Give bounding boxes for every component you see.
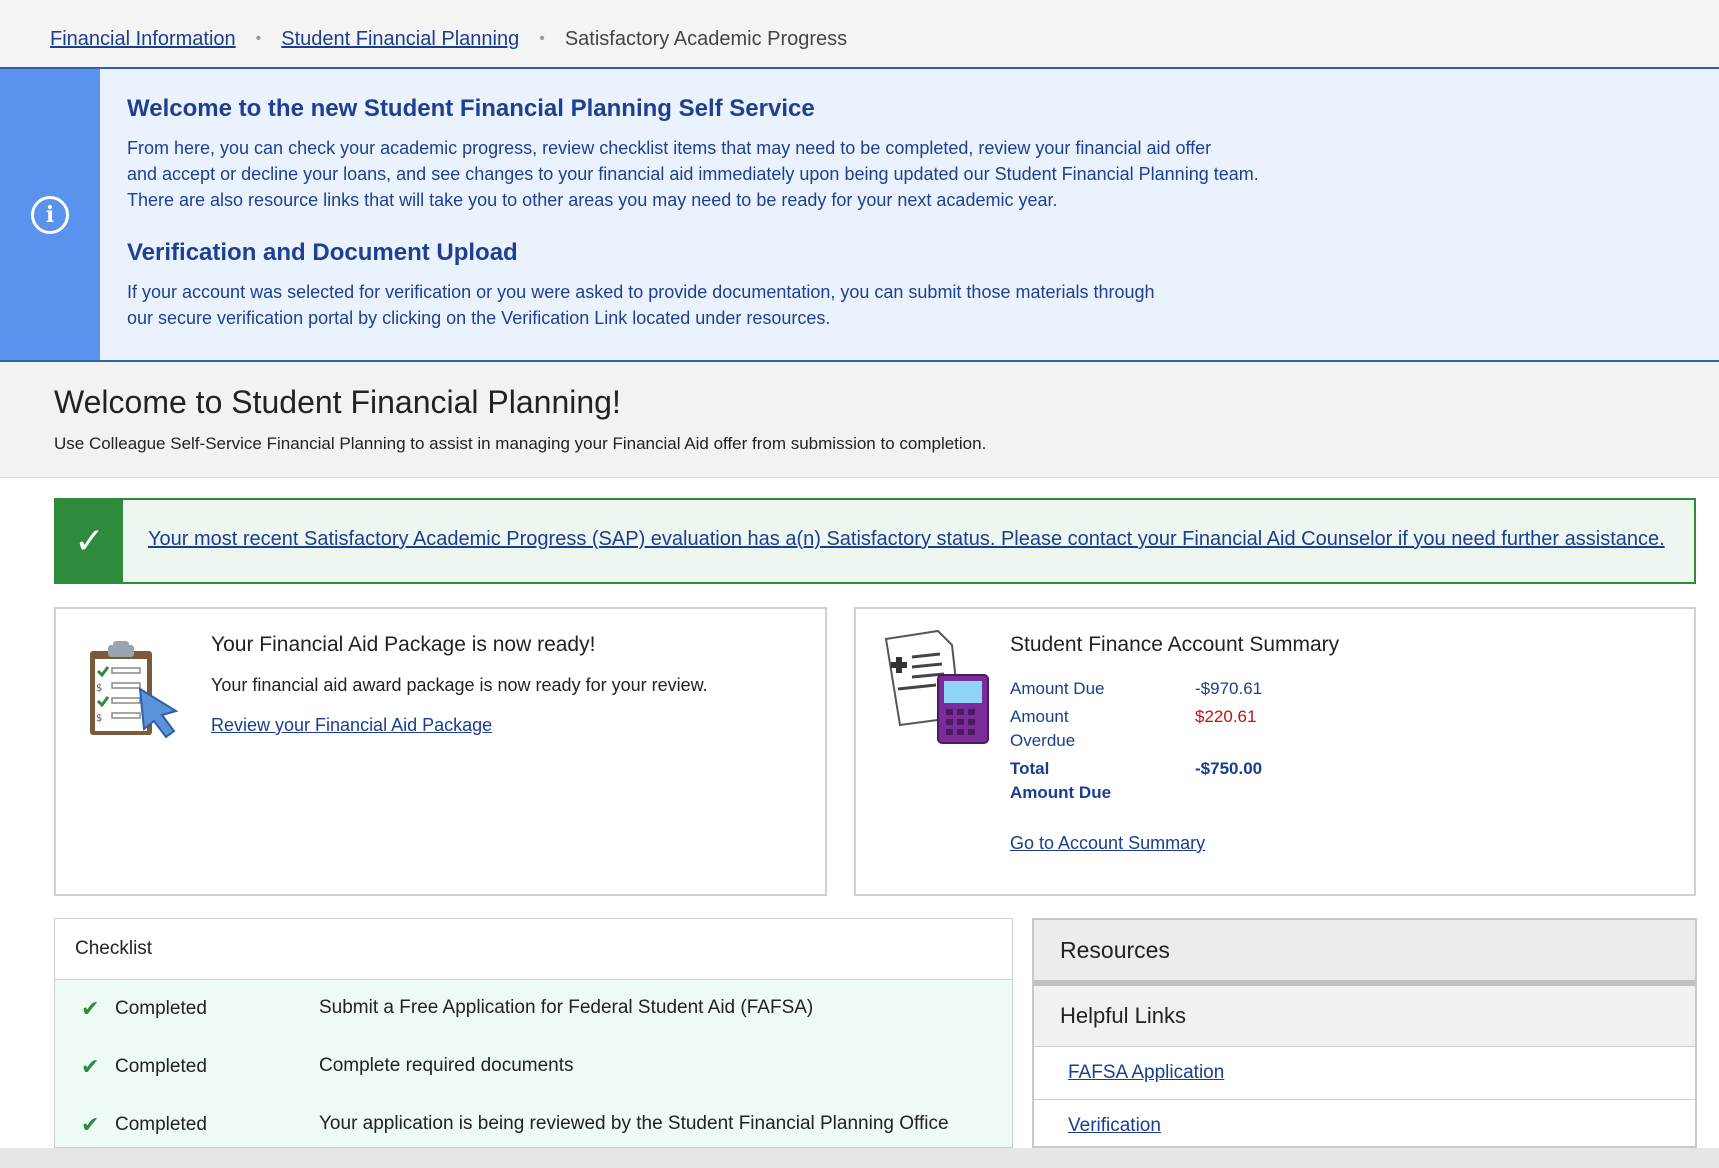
breadcrumb-separator: • xyxy=(255,30,262,47)
checklist-status: Completed xyxy=(115,1056,207,1077)
breadcrumb-separator: • xyxy=(539,30,545,47)
resources-panel: Resources Helpful Links FAFSA Applicatio… xyxy=(1032,918,1697,1148)
checklist-item: ✔ Completed Complete required documents xyxy=(55,1038,1012,1096)
resource-link-row: Verification xyxy=(1034,1100,1695,1146)
info-banner-text: From here, you can check your academic p… xyxy=(127,138,1212,158)
financial-aid-title: Your Financial Aid Package is now ready! xyxy=(211,633,596,656)
total-amount-due-label-line2: Amount Due xyxy=(1010,783,1112,802)
account-summary-card: Student Finance Account Summary Amount D… xyxy=(854,607,1696,896)
review-financial-aid-link[interactable]: Review your Financial Aid Package xyxy=(211,715,492,736)
sap-status-alert: ✓ Your most recent Satisfactory Academic… xyxy=(54,498,1696,584)
checklist-task: Your application is being reviewed by th… xyxy=(319,1113,949,1134)
verification-link[interactable]: Verification xyxy=(1068,1115,1161,1137)
total-amount-due-value: -$750.00 xyxy=(1195,759,1263,778)
checkmark-icon: ✔ xyxy=(81,1054,100,1079)
checklist-item: ✔ Completed Submit a Free Application fo… xyxy=(55,980,1012,1038)
resource-link-row: FAFSA Application xyxy=(1034,1047,1695,1100)
checkmark-icon: ✔ xyxy=(81,996,100,1021)
resources-title: Resources xyxy=(1034,920,1695,986)
amount-overdue-label-line2: Overdue xyxy=(1010,731,1076,750)
verification-text: our secure verification portal by clicki… xyxy=(127,308,831,328)
info-banner: i Welcome to the new Student Financial P… xyxy=(0,67,1719,362)
amount-due-row: Amount Due -$970.61 xyxy=(1010,677,1262,701)
breadcrumb-current: Satisfactory Academic Progress xyxy=(564,27,848,50)
financial-aid-description: Your financial aid award package is now … xyxy=(211,675,708,695)
checkmark-icon: ✔ xyxy=(81,1112,100,1137)
total-amount-due-label: Total Amount Due xyxy=(1010,757,1195,805)
amount-overdue-value: $220.61 xyxy=(1195,707,1257,726)
info-banner-text: and accept or decline your loans, and se… xyxy=(127,164,1259,184)
amount-overdue-row: Amount Overdue $220.61 xyxy=(1010,705,1262,753)
fafsa-application-link[interactable]: FAFSA Application xyxy=(1068,1062,1224,1084)
verification-text: If your account was selected for verific… xyxy=(127,282,1155,302)
info-banner-content: Welcome to the new Student Financial Pla… xyxy=(127,95,1679,331)
page-subtitle: Use Colleague Self-Service Financial Pla… xyxy=(54,434,987,453)
checklist-status: Completed xyxy=(115,998,207,1019)
amount-due-label: Amount Due xyxy=(1010,679,1105,698)
checkmark-icon: ✓ xyxy=(56,500,123,582)
account-summary-title: Student Finance Account Summary xyxy=(1010,633,1340,656)
account-summary-table: Amount Due -$970.61 Amount Overdue $220.… xyxy=(1010,677,1262,809)
info-banner-title: Welcome to the new Student Financial Pla… xyxy=(127,95,815,122)
total-amount-due-row: Total Amount Due -$750.00 xyxy=(1010,757,1262,805)
account-summary-link[interactable]: Go to Account Summary xyxy=(1010,833,1205,854)
checklist-item: ✔ Completed Your application is being re… xyxy=(55,1096,1012,1147)
checklist-task: Complete required documents xyxy=(319,1055,574,1076)
amount-due-value: -$970.61 xyxy=(1195,679,1263,698)
bottom-bar xyxy=(0,1148,1719,1168)
checklist-body: ✔ Completed Submit a Free Application fo… xyxy=(55,980,1012,1147)
welcome-section: Welcome to Student Financial Planning! U… xyxy=(0,362,1719,478)
total-amount-due-label-line1: Total xyxy=(1010,759,1050,778)
breadcrumb-financial-information[interactable]: Financial Information xyxy=(50,28,236,51)
checklist-status: Completed xyxy=(115,1114,207,1135)
svg-text:$: $ xyxy=(96,713,102,724)
amount-overdue-label-line1: Amount xyxy=(1010,707,1069,726)
breadcrumb: Financial Information • Student Financia… xyxy=(50,24,847,54)
amount-overdue-label: Amount Overdue xyxy=(1010,705,1195,753)
checklist-panel: Checklist ✔ Completed Submit a Free Appl… xyxy=(54,918,1013,1148)
document-calculator-icon xyxy=(884,629,989,744)
clipboard-icon: $ $ xyxy=(90,641,179,739)
info-banner-side: i xyxy=(0,69,100,360)
financial-aid-card: $ $ Your Financial Aid Package is now re… xyxy=(54,607,827,896)
checklist-title: Checklist xyxy=(55,919,1012,980)
info-banner-text: There are also resource links that will … xyxy=(127,190,1058,210)
info-icon: i xyxy=(31,195,69,234)
helpful-links-title: Helpful Links xyxy=(1034,986,1695,1047)
svg-text:$: $ xyxy=(96,683,102,694)
checklist-task: Submit a Free Application for Federal St… xyxy=(319,997,814,1018)
verification-title: Verification and Document Upload xyxy=(127,239,518,266)
breadcrumb-student-financial-planning[interactable]: Student Financial Planning xyxy=(281,28,519,51)
page-title: Welcome to Student Financial Planning! xyxy=(54,384,621,420)
sap-status-link[interactable]: Your most recent Satisfactory Academic P… xyxy=(148,528,1665,551)
